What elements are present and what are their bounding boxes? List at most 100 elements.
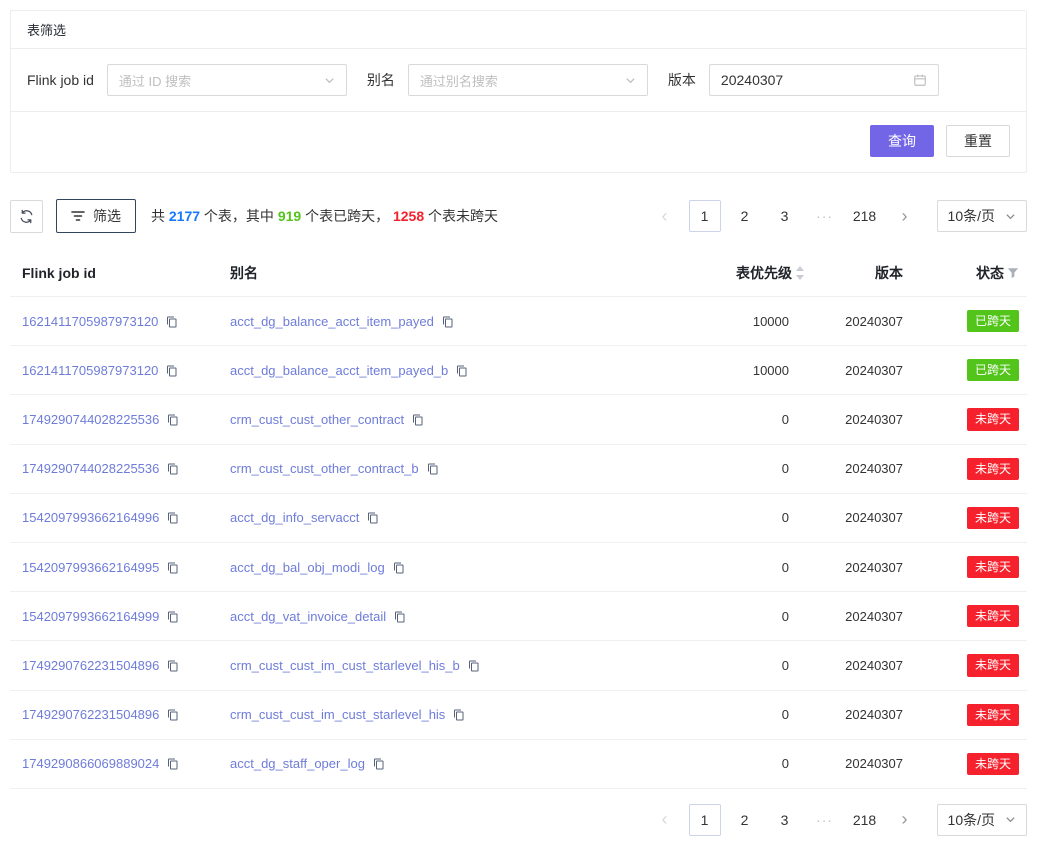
pagination-bottom: ‹123···218› [649,804,921,836]
flink-job-id-link[interactable]: 1749290762231504896 [22,707,159,722]
copy-icon[interactable] [394,611,406,623]
col-header-status: 状态 [915,263,1019,283]
page-button-2[interactable]: 2 [729,200,761,232]
cell-priority: 0 [655,560,805,575]
alias-link[interactable]: crm_cust_cust_other_contract [230,412,404,427]
version-date-value: 20240307 [721,72,783,88]
copy-icon[interactable] [456,365,468,377]
filter-fields-row: Flink job id 通过 ID 搜索 别名 通过别名搜索 [11,49,1026,112]
copy-icon[interactable] [167,414,179,426]
version-field: 版本 20240307 [668,64,939,96]
cell-alias: crm_cust_cust_other_contract_b [230,461,643,476]
alias-select[interactable]: 通过别名搜索 [408,64,648,96]
table-row: 1749290744028225536 crm_cust_cust_other_c… [10,445,1027,494]
flink-job-id-link[interactable]: 1749290744028225536 [22,461,159,476]
col-header-alias: 别名 [230,263,643,283]
page-button-218[interactable]: 218 [849,200,881,232]
col-header-flink-job-id: Flink job id [22,265,218,281]
filter-funnel-icon[interactable] [1007,267,1019,279]
flink-job-id-link[interactable]: 1542097993662164996 [22,510,159,525]
flink-job-id-link[interactable]: 1749290762231504896 [22,658,159,673]
cell-priority: 10000 [655,363,805,378]
alias-link[interactable]: crm_cust_cust_im_cust_starlevel_his [230,707,445,722]
page-button-1[interactable]: 1 [689,200,721,232]
prev-page-button: ‹ [649,804,681,836]
page-button-1[interactable]: 1 [689,804,721,836]
table-row: 1542097993662164995 acct_dg_bal_obj_modi_… [10,543,1027,592]
copy-icon[interactable] [412,414,424,426]
next-page-button[interactable]: › [889,200,921,232]
sort-icon[interactable] [795,266,805,280]
status-badge: 未跨天 [967,458,1019,480]
chevron-down-icon [1005,814,1016,825]
alias-link[interactable]: acct_dg_balance_acct_item_payed [230,314,434,329]
copy-icon[interactable] [166,316,178,328]
copy-icon[interactable] [427,463,439,475]
copy-icon[interactable] [167,562,179,574]
flink-job-id-select[interactable]: 通过 ID 搜索 [107,64,347,96]
cell-version: 20240307 [817,412,903,427]
table-row: 1542097993662164996 acct_dg_info_servacct… [10,494,1027,543]
cell-alias: acct_dg_balance_acct_item_payed [230,314,643,329]
flink-job-id-link[interactable]: 1621411705987973120 [22,363,158,378]
copy-icon[interactable] [167,758,179,770]
col-header-priority[interactable]: 表优先级 [655,263,805,283]
page-button-3[interactable]: 3 [769,804,801,836]
table-row: 1749290762231504896 crm_cust_cust_im_cust… [10,691,1027,740]
flink-job-id-link[interactable]: 1749290866069889024 [22,756,159,771]
alias-link[interactable]: acct_dg_balance_acct_item_payed_b [230,363,448,378]
copy-icon[interactable] [167,709,179,721]
next-page-button[interactable]: › [889,804,921,836]
copy-icon[interactable] [167,512,179,524]
alias-link[interactable]: crm_cust_cust_im_cust_starlevel_his_b [230,658,460,673]
pagination-top: ‹123···218› [649,200,921,232]
cell-priority: 10000 [655,314,805,329]
alias-link[interactable]: acct_dg_staff_oper_log [230,756,365,771]
copy-icon[interactable] [373,758,385,770]
refresh-button[interactable] [10,200,43,233]
copy-icon[interactable] [167,660,179,672]
filter-toggle-button[interactable]: 筛选 [56,199,136,233]
filter-actions-row: 查询 重置 [11,112,1026,172]
copy-icon[interactable] [442,316,454,328]
pagination-ellipsis[interactable]: ··· [809,804,841,836]
copy-icon[interactable] [468,660,480,672]
copy-icon[interactable] [367,512,379,524]
page-button-2[interactable]: 2 [729,804,761,836]
cell-alias: crm_cust_cust_other_contract [230,412,643,427]
status-badge: 未跨天 [967,605,1019,627]
copy-icon[interactable] [453,709,465,721]
copy-icon[interactable] [393,562,405,574]
cell-alias: crm_cust_cust_im_cust_starlevel_his [230,707,643,722]
calendar-icon [913,73,927,87]
page-button-3[interactable]: 3 [769,200,801,232]
alias-link[interactable]: crm_cust_cust_other_contract_b [230,461,419,476]
version-date-input[interactable]: 20240307 [709,64,939,96]
page-size-select-bottom[interactable]: 10条/页 [937,804,1027,836]
flink-job-id-link[interactable]: 1749290744028225536 [22,412,159,427]
status-badge: 未跨天 [967,753,1019,775]
alias-link[interactable]: acct_dg_info_servacct [230,510,359,525]
query-button[interactable]: 查询 [870,125,934,157]
copy-icon[interactable] [166,365,178,377]
copy-icon[interactable] [167,463,179,475]
cell-alias: acct_dg_balance_acct_item_payed_b [230,363,643,378]
status-badge: 未跨天 [967,556,1019,578]
copy-icon[interactable] [167,611,179,623]
alias-link[interactable]: acct_dg_vat_invoice_detail [230,609,386,624]
page-size-select-top[interactable]: 10条/页 [937,200,1027,232]
page-button-218[interactable]: 218 [849,804,881,836]
crossed-count: 919 [278,208,301,224]
total-count: 2177 [169,208,200,224]
table-row: 1542097993662164999 acct_dg_vat_invoice_d… [10,592,1027,641]
summary-part: 个表未跨天 [424,208,498,224]
reset-button[interactable]: 重置 [946,125,1010,157]
alias-link[interactable]: acct_dg_bal_obj_modi_log [230,560,385,575]
cell-status: 未跨天 [915,605,1019,627]
cell-flink-job-id: 1542097993662164999 [22,609,218,624]
flink-job-id-link[interactable]: 1621411705987973120 [22,314,158,329]
pagination-ellipsis[interactable]: ··· [809,200,841,232]
flink-job-id-link[interactable]: 1542097993662164995 [22,560,159,575]
flink-job-id-link[interactable]: 1542097993662164999 [22,609,159,624]
cell-status: 未跨天 [915,556,1019,578]
